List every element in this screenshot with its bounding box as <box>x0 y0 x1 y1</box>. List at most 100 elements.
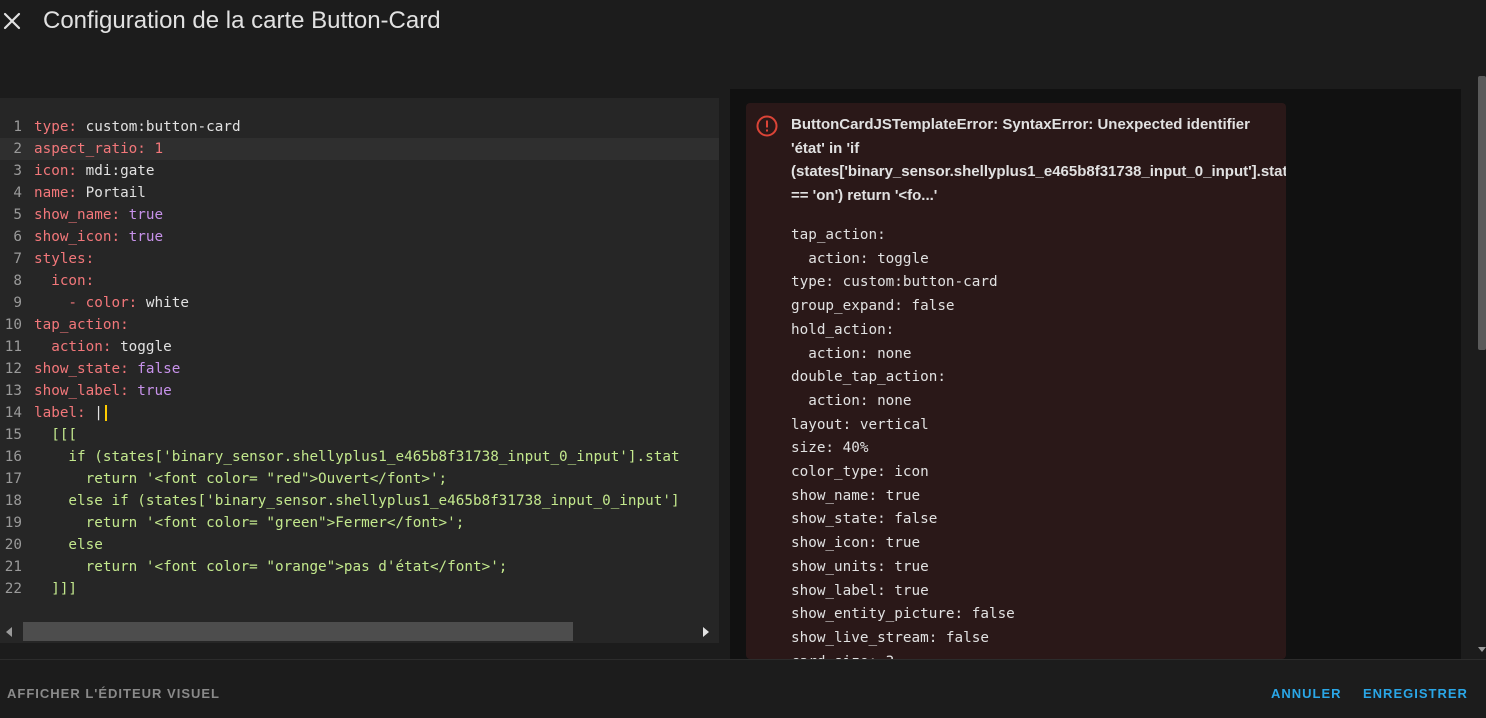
dialog-header: Configuration de la carte Button-Card <box>0 0 1486 62</box>
line-content: aspect_ratio: 1 <box>34 138 163 160</box>
line-content: tap_action: <box>34 314 129 336</box>
line-content: type: custom:button-card <box>34 116 241 138</box>
config-line: show_state: false <box>791 511 938 528</box>
line-content: icon: mdi:gate <box>34 160 155 182</box>
yaml-value: return '<font color= "green">Fermer</fon… <box>34 515 465 531</box>
line-number: 16 <box>4 449 22 465</box>
line-number: 10 <box>4 317 22 333</box>
yaml-code-editor[interactable]: 1 type: custom:button-card 2 aspect_ratio: … <box>0 98 719 643</box>
code-line[interactable]: 15 [[[ <box>0 424 719 446</box>
scroll-right-icon[interactable] <box>700 625 712 637</box>
code-line[interactable]: 18 else if (states['binary_sensor.shelly… <box>0 490 719 512</box>
yaml-key: aspect_ratio: <box>34 141 146 157</box>
yaml-value: custom:button-card <box>77 119 241 135</box>
code-line[interactable]: 17 return '<font color= "red">Ouvert</fo… <box>0 468 719 490</box>
yaml-key: icon: <box>34 273 95 289</box>
cancel-button[interactable]: ANNULER <box>1271 686 1342 701</box>
code-line[interactable]: 12 show_state: false <box>0 358 719 380</box>
config-line: tap_action: <box>791 227 886 243</box>
line-content: show_label: true <box>34 380 172 402</box>
yaml-value: Portail <box>77 185 146 201</box>
yaml-value: else <box>34 537 103 553</box>
show-visual-editor-button[interactable]: AFFICHER L'ÉDITEUR VISUEL <box>7 686 220 701</box>
error-card: ButtonCardJSTemplateError: SyntaxError: … <box>746 103 1286 659</box>
line-content: else if (states['binary_sensor.shellyplu… <box>34 490 679 512</box>
line-number: 13 <box>4 383 22 399</box>
vertical-scroll-thumb[interactable] <box>1478 76 1486 350</box>
line-number: 20 <box>4 537 22 553</box>
code-line[interactable]: 22 ]]] <box>0 578 719 600</box>
line-content: if (states['binary_sensor.shellyplus1_e4… <box>34 446 680 468</box>
line-number: 5 <box>13 207 22 223</box>
yaml-value: 1 <box>145 141 164 157</box>
yaml-key: label: <box>34 405 86 421</box>
code-line[interactable]: 3 icon: mdi:gate <box>0 160 719 182</box>
yaml-key: icon: <box>34 163 78 179</box>
line-number: 9 <box>13 295 22 311</box>
line-number: 22 <box>4 581 22 597</box>
code-line[interactable]: 20 else <box>0 534 719 556</box>
yaml-value: true <box>128 383 172 399</box>
code-line[interactable]: 5 show_name: true <box>0 204 719 226</box>
code-line[interactable]: 11 action: toggle <box>0 336 719 358</box>
code-line[interactable]: 7 styles: <box>0 248 719 270</box>
yaml-key: show_state: <box>34 361 129 377</box>
text-cursor <box>104 405 107 421</box>
code-line[interactable]: 19 return '<font color= "green">Fermer</… <box>0 512 719 534</box>
horizontal-scroll-thumb[interactable] <box>23 622 573 641</box>
code-line[interactable]: 13 show_label: true <box>0 380 719 402</box>
yaml-value: if (states['binary_sensor.shellyplus1_e4… <box>34 449 680 465</box>
config-line: show_name: true <box>791 487 921 504</box>
yaml-value: | <box>85 405 103 421</box>
line-content: return '<font color= "red">Ouvert</font>… <box>34 468 448 490</box>
code-line[interactable]: 21 return '<font color= "orange">pas d'é… <box>0 556 719 578</box>
line-number: 1 <box>13 119 22 135</box>
code-line[interactable]: 16 if (states['binary_sensor.shellyplus1… <box>0 446 719 468</box>
dialog-title: Configuration de la carte Button-Card <box>43 7 441 34</box>
line-content: show_name: true <box>34 204 163 226</box>
line-number: 4 <box>13 185 22 201</box>
code-line[interactable]: 1 type: custom:button-card <box>0 116 719 138</box>
horizontal-scrollbar[interactable] <box>0 620 719 643</box>
close-icon[interactable] <box>0 8 24 34</box>
code-lines: 1 type: custom:button-card 2 aspect_ratio: … <box>0 116 719 600</box>
yaml-key: show_icon: <box>34 229 121 245</box>
line-content: show_icon: true <box>34 226 163 248</box>
line-content: [[[ <box>34 424 77 446</box>
yaml-key: - color: <box>34 295 138 311</box>
yaml-key: tap_action: <box>34 317 129 333</box>
save-button[interactable]: ENREGISTRER <box>1363 686 1468 701</box>
code-line[interactable]: 8 icon: <box>0 270 719 292</box>
line-number: 21 <box>4 559 22 575</box>
vertical-scrollbar[interactable] <box>1476 62 1486 659</box>
config-line: hold_action: <box>791 321 895 338</box>
line-content: label: | <box>34 402 107 424</box>
code-line[interactable]: 14 label: | <box>0 402 719 424</box>
config-line: color_type: icon <box>791 464 929 480</box>
config-line: show_entity_picture: false <box>791 606 1015 623</box>
scroll-left-icon[interactable] <box>4 625 16 637</box>
scroll-down-icon[interactable] <box>1478 640 1486 652</box>
config-line: group_expand: false <box>791 298 955 315</box>
line-content: return '<font color= "orange">pas d'état… <box>34 556 508 578</box>
line-content: show_state: false <box>34 358 180 380</box>
line-number: 15 <box>4 427 22 443</box>
code-line[interactable]: 4 name: Portail <box>0 182 719 204</box>
config-line: type: custom:button-card <box>791 274 998 291</box>
line-number: 19 <box>4 515 22 531</box>
code-line[interactable]: 9 - color: white <box>0 292 719 314</box>
error-message: ButtonCardJSTemplateError: SyntaxError: … <box>791 116 1286 204</box>
code-line[interactable]: 10 tap_action: <box>0 314 719 336</box>
line-content: else <box>34 534 103 556</box>
dialog-footer: AFFICHER L'ÉDITEUR VISUEL ANNULER ENREGI… <box>0 659 1486 718</box>
code-line[interactable]: 2 aspect_ratio: 1 <box>0 138 719 160</box>
line-content: styles: <box>34 248 94 270</box>
yaml-key: type: <box>34 119 78 135</box>
line-number: 18 <box>4 493 22 509</box>
yaml-value: return '<font color= "red">Ouvert</font>… <box>34 471 448 487</box>
line-content: action: toggle <box>34 336 172 358</box>
config-line: show_live_stream: false <box>791 629 989 646</box>
code-line[interactable]: 6 show_icon: true <box>0 226 719 248</box>
line-content: return '<font color= "green">Fermer</fon… <box>34 512 465 534</box>
config-line: action: none <box>791 345 912 362</box>
